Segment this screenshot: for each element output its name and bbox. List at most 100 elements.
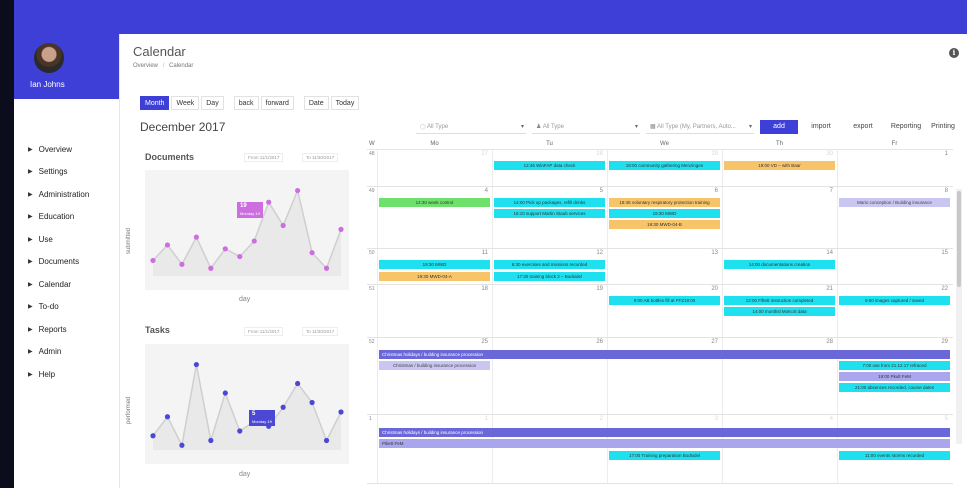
- day-number[interactable]: 14: [722, 250, 833, 256]
- avatar[interactable]: [34, 43, 64, 73]
- day-number[interactable]: 20: [607, 286, 718, 292]
- type-filter-2[interactable]: ♟ All Type ▾: [532, 121, 640, 134]
- day-number[interactable]: 29: [607, 151, 718, 157]
- calendar-event[interactable]: Pikett FeM: [379, 439, 950, 448]
- data-point[interactable]: [280, 404, 286, 410]
- day-number[interactable]: 6: [607, 188, 718, 194]
- day-number[interactable]: 5: [492, 188, 603, 194]
- day-number[interactable]: 28: [492, 151, 603, 157]
- day-number[interactable]: 7: [722, 188, 833, 194]
- printing-button[interactable]: Printing: [926, 120, 960, 134]
- calendar-event[interactable]: 17:00 Training preparation Bodsidel: [609, 451, 720, 460]
- calendar-event[interactable]: 9:50 images captured / saved: [839, 296, 950, 305]
- calendar-event[interactable]: 19:00 VD – with Baar: [724, 161, 835, 170]
- data-point[interactable]: [193, 234, 199, 240]
- calendar-scrollbar[interactable]: [956, 189, 962, 444]
- calendar-event[interactable]: 19:30 MWD-04-B: [609, 220, 720, 229]
- calendar-event[interactable]: 11:00 events storms recorded: [839, 451, 950, 460]
- calendar-event[interactable]: 18:45 voluntary respiratory protection t…: [609, 198, 720, 207]
- data-point[interactable]: [323, 437, 330, 444]
- sidebar-item-administration[interactable]: ▶ Administration: [14, 183, 120, 206]
- day-number[interactable]: 2: [492, 416, 603, 422]
- sidebar-item-calendar[interactable]: ▶ Calendar: [14, 273, 120, 296]
- calendar-event[interactable]: 18:00 community gathering Menzingen: [609, 161, 720, 170]
- day-number[interactable]: 26: [492, 339, 603, 345]
- day-number[interactable]: 1: [377, 416, 488, 422]
- data-point[interactable]: [150, 257, 156, 264]
- calendar-event[interactable]: 14:00 documentations creation: [724, 260, 835, 269]
- sidebar-item-help[interactable]: ▶ Help: [14, 363, 120, 386]
- calendar-event[interactable]: Christmas holidays / building insurance …: [379, 428, 950, 437]
- data-point[interactable]: [251, 238, 257, 244]
- data-point[interactable]: [323, 265, 330, 271]
- calendar-event[interactable]: 14:00 Pick up packages, refill drinks: [494, 198, 605, 207]
- data-point[interactable]: [179, 442, 185, 448]
- calendar-event[interactable]: 14:00 monthsl MoKoS data: [724, 307, 835, 316]
- week-view-button[interactable]: Week: [171, 96, 200, 110]
- sidebar-item-education[interactable]: ▶ Education: [14, 206, 120, 229]
- sidebar-item-use[interactable]: ▶ Use: [14, 228, 120, 251]
- calendar-event[interactable]: 21:00 absences recorded, course dates: [839, 383, 950, 392]
- tasks-to-date[interactable]: To 11/30/2017: [302, 327, 339, 336]
- breadcrumb-overview[interactable]: Overview: [133, 63, 158, 69]
- calendar-event[interactable]: 19:30 MWD: [609, 209, 720, 218]
- month-view-button[interactable]: Month: [140, 96, 170, 110]
- calendar-event[interactable]: 12:00 Fiftett instruction completed: [724, 296, 835, 305]
- data-point[interactable]: [193, 361, 199, 368]
- data-point[interactable]: [338, 226, 344, 232]
- day-number[interactable]: 15: [837, 250, 948, 256]
- calendar-event[interactable]: Christmas / building insurance processio…: [379, 361, 490, 370]
- day-number[interactable]: 25: [377, 339, 488, 345]
- calendar-event[interactable]: 19:30 MWD-04-A: [379, 272, 490, 281]
- day-number[interactable]: 5: [837, 416, 948, 422]
- data-point[interactable]: [208, 437, 214, 444]
- data-point[interactable]: [164, 414, 171, 420]
- sidebar-item-overview[interactable]: ▶ Overview: [14, 138, 120, 161]
- data-point[interactable]: [222, 390, 228, 396]
- day-number[interactable]: 28: [722, 339, 833, 345]
- data-point[interactable]: [237, 253, 243, 260]
- calendar-event[interactable]: 19:00 Pkult FeM: [839, 372, 950, 381]
- day-number[interactable]: 27: [607, 339, 718, 345]
- scrollbar-thumb[interactable]: [957, 191, 961, 287]
- day-number[interactable]: 29: [837, 339, 948, 345]
- day-number[interactable]: 3: [607, 416, 718, 422]
- calendar-event[interactable]: 14:30 week control: [379, 198, 490, 207]
- data-point[interactable]: [309, 399, 315, 406]
- tasks-from-date[interactable]: From 11/1/2017: [244, 327, 284, 336]
- day-number[interactable]: 8: [837, 188, 948, 194]
- day-number[interactable]: 27: [377, 151, 488, 157]
- calendar-event[interactable]: 6:30 exercises and missions recorded: [494, 260, 605, 269]
- sidebar-item-todo[interactable]: ▶ To-do: [14, 296, 120, 319]
- calendar-event[interactable]: 16:10 support Martin Staub services: [494, 209, 605, 218]
- day-number[interactable]: 1: [837, 151, 948, 157]
- day-number[interactable]: 11: [377, 250, 488, 256]
- day-number[interactable]: 12: [492, 250, 603, 256]
- day-number[interactable]: 22: [837, 286, 948, 292]
- data-point[interactable]: [338, 409, 344, 415]
- data-point[interactable]: [150, 433, 156, 439]
- day-number[interactable]: 4: [722, 416, 833, 422]
- day-number[interactable]: 18: [377, 286, 488, 292]
- data-point[interactable]: [266, 199, 272, 205]
- data-point[interactable]: [309, 250, 315, 256]
- calendar-event[interactable]: Mario conception / Building insurance: [839, 198, 950, 207]
- sidebar-item-admin[interactable]: ▶ Admin: [14, 341, 120, 364]
- import-button[interactable]: import: [802, 120, 840, 134]
- sidebar-item-settings[interactable]: ▶ Settings: [14, 161, 120, 184]
- documents-to-date[interactable]: To 11/30/2017: [302, 153, 339, 162]
- info-icon[interactable]: i: [949, 48, 959, 58]
- type-filter-3[interactable]: ▦ All Type (My, Partners, Auto... ▾: [646, 121, 754, 134]
- documents-from-date[interactable]: From 11/1/2017: [244, 153, 284, 162]
- calendar-event[interactable]: 12:45 WinFAP data check: [494, 161, 605, 170]
- back-button[interactable]: back: [233, 96, 259, 110]
- data-point[interactable]: [280, 222, 286, 229]
- data-point[interactable]: [179, 261, 185, 267]
- sidebar-item-reports[interactable]: ▶ Reports: [14, 318, 120, 341]
- calendar-event[interactable]: Christmas holidays / building insurance …: [379, 350, 950, 359]
- calendar-event[interactable]: 7:00 use from 21.12.17 refraced: [839, 361, 950, 370]
- data-point[interactable]: [164, 242, 171, 248]
- day-number[interactable]: 13: [607, 250, 718, 256]
- calendar-event[interactable]: 17:30 training block 2 – Bodsidel: [494, 272, 605, 281]
- calendar-event[interactable]: 9:00 AB bottles fill at FFZ19:00: [609, 296, 720, 305]
